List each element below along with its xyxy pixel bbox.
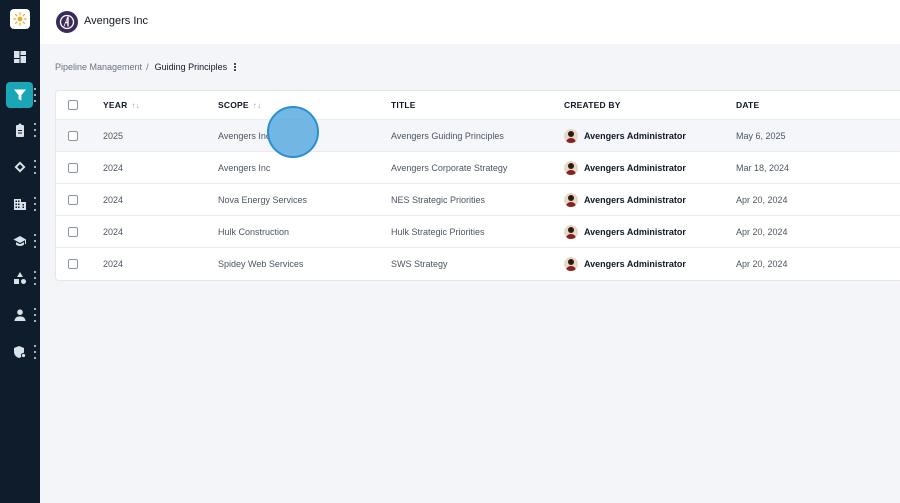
nav-more-icon[interactable]	[33, 160, 36, 174]
cell-scope: Nova Energy Services	[218, 194, 308, 205]
sort-arrows-icon[interactable]: ↑↓	[131, 101, 139, 110]
breadcrumb-current: Guiding Principles	[154, 62, 228, 72]
app-logo[interactable]	[10, 9, 30, 29]
table-header-row: YEAR ↑↓ SCOPE ↑↓ TITLE CREATED BY DATE	[56, 91, 900, 120]
cell-year: 2024	[103, 162, 124, 173]
cell-year: 2024	[103, 226, 124, 237]
user-avatar	[564, 160, 578, 175]
cell-year: 2024	[103, 194, 124, 205]
nav-categories[interactable]	[0, 265, 40, 291]
nav-more-icon[interactable]	[33, 88, 36, 102]
column-header-scope[interactable]: SCOPE ↑↓	[218, 91, 261, 119]
cell-date: May 6, 2025	[736, 130, 786, 141]
nav-more-icon[interactable]	[33, 345, 36, 359]
funnel-icon	[12, 87, 28, 103]
breadcrumb: Pipeline Management / Guiding Principles	[55, 62, 237, 72]
row-checkbox[interactable]	[68, 130, 78, 141]
guiding-principles-table: YEAR ↑↓ SCOPE ↑↓ TITLE CREATED BY DATE 2…	[55, 90, 900, 281]
sun-logo-icon	[13, 12, 27, 26]
cell-date: Apr 20, 2024	[736, 194, 788, 205]
building-icon	[12, 196, 28, 212]
cell-title[interactable]: Avengers Guiding Principles	[391, 120, 504, 151]
cell-title[interactable]: Hulk Strategic Priorities	[391, 216, 485, 247]
shield-gear-icon	[12, 344, 28, 360]
cell-date: Apr 20, 2024	[736, 226, 788, 237]
cell-scope: Spidey Web Services	[218, 259, 304, 269]
cell-created-by: Avengers Administrator	[564, 184, 686, 215]
clipboard-icon	[12, 122, 28, 138]
row-checkbox[interactable]	[68, 194, 78, 205]
cell-date: Apr 20, 2024	[736, 259, 788, 269]
nav-dashboard[interactable]	[0, 44, 40, 70]
nav-more-icon[interactable]	[33, 308, 36, 322]
nav-organizations[interactable]	[0, 191, 40, 217]
column-header-created-by: CREATED BY	[564, 100, 621, 110]
cell-title[interactable]: SWS Strategy	[391, 248, 448, 280]
column-header-title: TITLE	[391, 100, 416, 110]
user-avatar	[564, 192, 578, 207]
nav-tasks[interactable]	[0, 117, 40, 143]
left-nav-rail	[0, 0, 40, 503]
breadcrumb-separator: /	[146, 62, 149, 72]
page-options-icon[interactable]	[234, 63, 237, 71]
table-row[interactable]: 2024 Spidey Web Services SWS Strategy Av…	[56, 248, 900, 280]
table-row[interactable]: 2025 Avengers Inc Avengers Guiding Princ…	[56, 120, 900, 152]
graduation-cap-icon	[12, 233, 28, 249]
row-checkbox[interactable]	[68, 226, 78, 237]
row-checkbox[interactable]	[68, 259, 78, 269]
nav-more-icon[interactable]	[33, 234, 36, 248]
nav-learning[interactable]	[0, 228, 40, 254]
cell-year: 2024	[103, 259, 124, 269]
cell-created-by: Avengers Administrator	[564, 216, 686, 247]
nav-pipeline[interactable]	[0, 82, 40, 108]
nav-security[interactable]	[0, 339, 40, 365]
handshake-icon	[12, 159, 28, 175]
table-row[interactable]: 2024 Hulk Construction Hulk Strategic Pr…	[56, 216, 900, 248]
nav-more-icon[interactable]	[33, 197, 36, 211]
cell-scope: Hulk Construction	[218, 226, 290, 237]
nav-users[interactable]	[0, 302, 40, 328]
user-avatar	[564, 224, 578, 239]
cell-scope: Avengers Inc	[218, 130, 271, 141]
breadcrumb-parent-link[interactable]: Pipeline Management	[55, 62, 142, 72]
column-header-date: DATE	[736, 100, 760, 110]
org-name: Avengers Inc	[84, 15, 149, 27]
nav-more-icon[interactable]	[33, 123, 36, 137]
top-header: Avengers Inc	[40, 0, 900, 44]
cell-title[interactable]: NES Strategic Priorities	[391, 184, 485, 215]
cell-created-by: Avengers Administrator	[564, 248, 686, 280]
cell-date: Mar 18, 2024	[736, 162, 790, 173]
table-row[interactable]: 2024 Avengers Inc Avengers Corporate Str…	[56, 152, 900, 184]
cell-scope: Avengers Inc	[218, 162, 271, 173]
cell-created-by: Avengers Administrator	[564, 120, 686, 151]
sort-arrows-icon[interactable]: ↑↓	[253, 101, 261, 110]
table-row[interactable]: 2024 Nova Energy Services NES Strategic …	[56, 184, 900, 216]
nav-more-icon[interactable]	[33, 271, 36, 285]
cursor-click-indicator	[267, 106, 319, 158]
user-avatar	[564, 257, 578, 271]
user-icon	[12, 307, 28, 323]
org-avatar[interactable]	[56, 11, 78, 33]
cell-title[interactable]: Avengers Corporate Strategy	[391, 152, 507, 183]
shapes-icon	[12, 270, 28, 286]
user-avatar	[564, 128, 578, 143]
dashboard-icon	[12, 49, 28, 65]
row-checkbox[interactable]	[68, 162, 78, 173]
cell-year: 2025	[103, 130, 124, 141]
select-all-checkbox[interactable]	[68, 100, 78, 110]
avengers-logo-icon	[59, 14, 75, 30]
column-header-year[interactable]: YEAR ↑↓	[103, 91, 140, 119]
nav-partners[interactable]	[0, 154, 40, 180]
cell-created-by: Avengers Administrator	[564, 152, 686, 183]
